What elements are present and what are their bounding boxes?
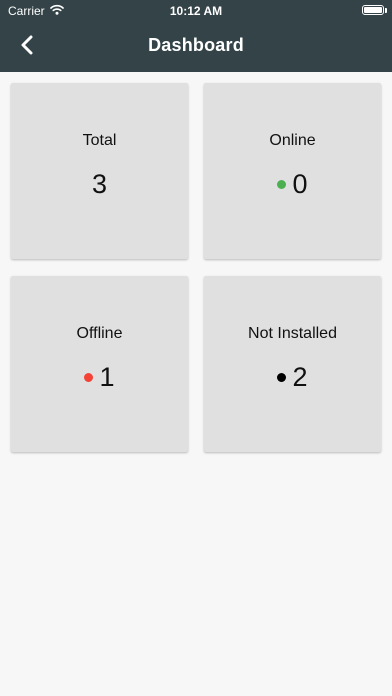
not-installed-tile[interactable]: Not Installed 2: [204, 276, 381, 452]
tile-label-online: Online: [269, 132, 316, 149]
top-bar: Carrier 10:12 AM Dashboard: [0, 0, 392, 72]
online-tile[interactable]: Online 0: [204, 83, 381, 259]
tile-value-not-installed: 2: [292, 362, 308, 392]
tile-value-row-online: 0: [204, 169, 381, 200]
tile-value-row-total: 3: [11, 169, 188, 200]
tile-label-offline: Offline: [76, 325, 123, 342]
total-tile[interactable]: Total 3: [11, 83, 188, 259]
status-time: 10:12 AM: [169, 4, 223, 18]
tile-value-total: 3: [91, 169, 108, 199]
black-dot-icon: [277, 373, 287, 382]
green-dot-icon: [277, 180, 287, 189]
tile-value-row-offline: 1: [11, 362, 188, 393]
app-screen: Carrier 10:12 AM Dashboard Total 3 Onlin…: [0, 0, 392, 696]
battery-cap: [385, 8, 387, 13]
battery-level: [364, 7, 382, 13]
tile-value-offline: 1: [99, 362, 115, 392]
page-title: Dashboard: [148, 35, 244, 55]
offline-tile[interactable]: Offline 1: [11, 276, 188, 452]
tile-label-not-installed: Not Installed: [248, 325, 337, 342]
status-bar: Carrier 10:12 AM: [0, 0, 392, 22]
tile-value-row-not-installed: 2: [204, 362, 381, 393]
red-dot-icon: [84, 373, 94, 382]
tile-label-total: Total: [82, 132, 117, 149]
navigation-bar: Dashboard: [0, 22, 392, 72]
tile-value-online: 0: [292, 169, 308, 199]
battery-icon: [362, 5, 387, 15]
